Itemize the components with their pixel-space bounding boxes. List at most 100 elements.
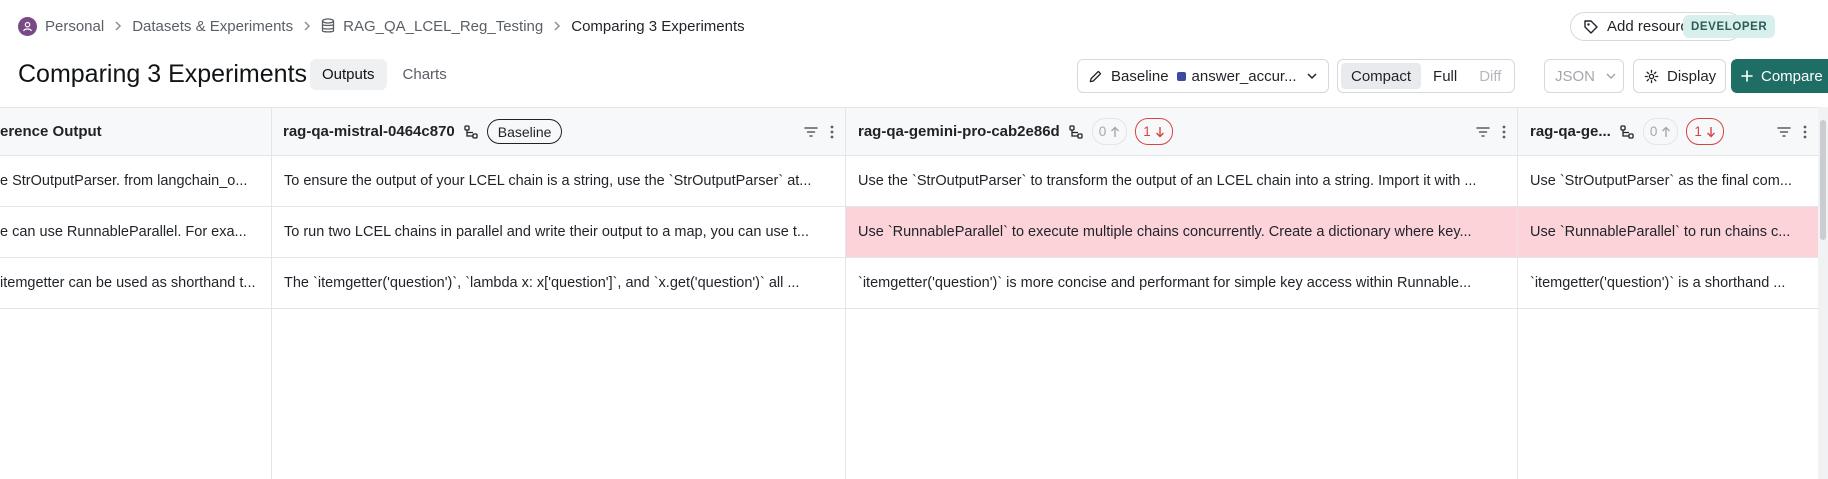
chevron-right-icon [553, 20, 561, 32]
cell-text: `itemgetter('question')` is a shorthand … [1530, 275, 1786, 291]
database-icon [321, 18, 335, 34]
cell-text: itemgetter can be used as shorthand t... [0, 275, 256, 291]
breadcrumb-datasets[interactable]: Datasets & Experiments [132, 18, 293, 35]
experiment-name[interactable]: rag-qa-mistral-0464c870 [283, 123, 455, 140]
chevron-right-icon [303, 20, 311, 32]
arrow-up-icon [1110, 126, 1120, 138]
metric-pill: answer_accur... [1176, 67, 1297, 85]
column-experiment-gemini-pro: rag-qa-gemini-pro-cab2e86d 0 1 Use the `… [846, 108, 1518, 479]
column-header: rag-qa-ge... 0 1 [1518, 108, 1818, 156]
breadcrumb: Personal Datasets & Experiments RAG_QA_L… [18, 16, 745, 36]
table-cell[interactable]: Use `StrOutputParser` as the final com..… [1518, 156, 1818, 207]
table-cell[interactable]: The `itemgetter('question')`, `lambda x:… [272, 258, 845, 309]
table-cell[interactable]: To run two LCEL chains in parallel and w… [272, 207, 845, 258]
experiment-link-icon[interactable] [1619, 124, 1635, 140]
improved-count: 0 [1098, 124, 1107, 139]
metric-color-icon [1176, 71, 1186, 81]
display-button[interactable]: Display [1633, 59, 1726, 93]
cell-text: e can use RunnableParallel. For exa... [0, 224, 247, 240]
experiment-name[interactable]: rag-qa-ge... [1530, 123, 1611, 140]
table-cell[interactable]: itemgetter can be used as shorthand t... [0, 258, 271, 309]
column-experiment-mistral: rag-qa-mistral-0464c870 Baseline To ensu… [272, 108, 846, 479]
format-select: JSON [1544, 59, 1624, 93]
table-cell-regressed[interactable]: Use `RunnableParallel` to run chains c..… [1518, 207, 1818, 258]
column-experiment-gemini-other: rag-qa-ge... 0 1 Use `StrOutputParser` a… [1518, 108, 1818, 479]
breadcrumb-label: Comparing 3 Experiments [571, 17, 745, 35]
breadcrumb-personal[interactable]: Personal [18, 16, 105, 36]
role-badge: DEVELOPER [1683, 15, 1776, 38]
compare-label: Compare [1761, 67, 1823, 85]
breadcrumb-label: Personal [45, 17, 105, 35]
experiment-link-icon[interactable] [463, 124, 479, 140]
improved-count-badge[interactable]: 0 [1642, 118, 1679, 145]
column-actions [1776, 108, 1808, 155]
view-mode-diff: Diff [1479, 67, 1502, 85]
gear-icon [1644, 69, 1659, 84]
column-actions [1475, 108, 1507, 155]
arrow-down-icon [1155, 126, 1165, 138]
baseline-badge: Baseline [486, 119, 563, 144]
cell-text: Use `RunnableParallel` to execute multip… [858, 224, 1472, 240]
cell-text: Use `RunnableParallel` to run chains c..… [1530, 224, 1791, 240]
regressed-count: 1 [1143, 124, 1151, 139]
chevron-right-icon [114, 20, 122, 32]
chevron-down-icon [1605, 72, 1617, 80]
tab-outputs[interactable]: Outputs [310, 59, 387, 90]
improved-count-badge[interactable]: 0 [1091, 118, 1128, 145]
comparison-table: erence Output e StrOutputParser. from la… [0, 107, 1828, 479]
arrow-up-icon [1661, 126, 1671, 138]
improved-count: 0 [1649, 124, 1658, 139]
column-actions [803, 108, 835, 155]
table-cell-regressed[interactable]: Use `RunnableParallel` to execute multip… [846, 207, 1517, 258]
view-mode-compact[interactable]: Compact [1341, 63, 1422, 89]
filter-icon[interactable] [1776, 125, 1792, 139]
pencil-icon [1088, 69, 1103, 84]
more-vertical-icon[interactable] [1802, 124, 1808, 140]
view-mode-full[interactable]: Full [1423, 63, 1467, 89]
regressed-count-badge[interactable]: 1 [1135, 118, 1173, 145]
chevron-down-icon [1306, 72, 1318, 80]
more-vertical-icon[interactable] [1501, 124, 1507, 140]
experiment-link-icon[interactable] [1068, 124, 1084, 140]
table-cell[interactable]: e StrOutputParser. from langchain_o... [0, 156, 271, 207]
table-cell[interactable]: To ensure the output of your LCEL chain … [272, 156, 845, 207]
cell-text: e StrOutputParser. from langchain_o... [0, 173, 248, 189]
column-header: rag-qa-gemini-pro-cab2e86d 0 1 [846, 108, 1517, 156]
tag-icon [1583, 19, 1599, 35]
baseline-label: Baseline [1111, 67, 1169, 85]
breadcrumb-current: Comparing 3 Experiments [571, 18, 744, 35]
user-avatar-icon [18, 16, 37, 36]
cell-text: The `itemgetter('question')`, `lambda x:… [284, 275, 800, 291]
table-cell[interactable]: e can use RunnableParallel. For exa... [0, 207, 271, 258]
cell-text: Use the `StrOutputParser` to transform t… [858, 173, 1477, 189]
tab-charts[interactable]: Charts [391, 59, 459, 90]
table-cell[interactable]: `itemgetter('question')` is a shorthand … [1518, 258, 1818, 309]
scrollbar-thumb[interactable] [1820, 120, 1826, 240]
column-header: erence Output [0, 108, 271, 156]
arrow-down-icon [1706, 126, 1716, 138]
filter-icon[interactable] [1475, 125, 1491, 139]
top-bar: Personal Datasets & Experiments RAG_QA_L… [0, 0, 1828, 52]
cell-text: To run two LCEL chains in parallel and w… [284, 224, 809, 240]
breadcrumb-dataset[interactable]: RAG_QA_LCEL_Reg_Testing [321, 18, 543, 35]
cell-text: To ensure the output of your LCEL chain … [284, 173, 812, 189]
table-cell[interactable]: `itemgetter('question')` is more concise… [846, 258, 1517, 309]
cell-text: Use `StrOutputParser` as the final com..… [1530, 173, 1792, 189]
experiment-name[interactable]: rag-qa-gemini-pro-cab2e86d [858, 123, 1060, 140]
compare-button[interactable]: Compare [1731, 59, 1828, 93]
view-tabs: Outputs Charts [310, 59, 459, 90]
column-header-label: erence Output [0, 123, 102, 140]
metric-label: answer_accur... [1191, 67, 1297, 85]
format-label: JSON [1555, 67, 1596, 85]
plus-icon [1741, 70, 1753, 82]
regressed-count: 1 [1694, 124, 1702, 139]
breadcrumb-label: Datasets & Experiments [132, 17, 294, 35]
more-vertical-icon[interactable] [829, 124, 835, 140]
column-reference-output: erence Output e StrOutputParser. from la… [0, 108, 272, 479]
baseline-select[interactable]: Baseline answer_accur... [1077, 59, 1329, 93]
column-header: rag-qa-mistral-0464c870 Baseline [272, 108, 845, 156]
regressed-count-badge[interactable]: 1 [1686, 118, 1724, 145]
filter-icon[interactable] [803, 125, 819, 139]
view-mode-toggle: Compact Full Diff [1337, 59, 1516, 93]
table-cell[interactable]: Use the `StrOutputParser` to transform t… [846, 156, 1517, 207]
